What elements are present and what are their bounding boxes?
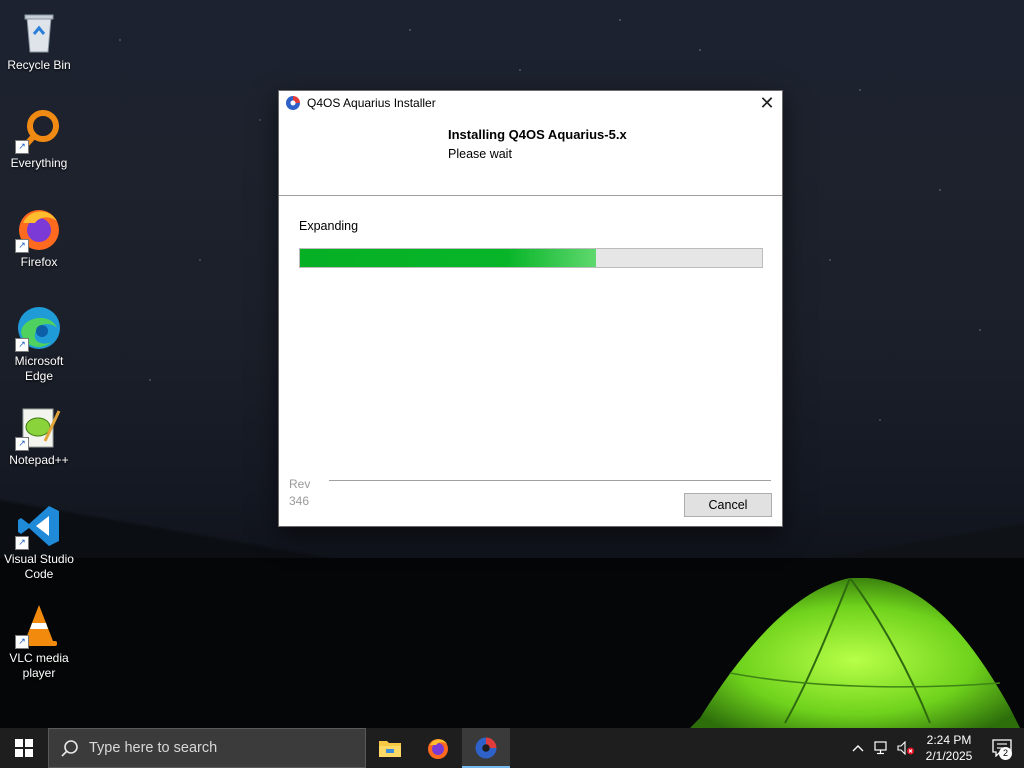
notification-count-badge: 2 [999, 747, 1012, 760]
cancel-button[interactable]: Cancel [684, 493, 772, 517]
everything-search-icon: ↗ [15, 106, 63, 154]
firefox-icon [428, 739, 448, 759]
file-explorer-icon [379, 741, 401, 757]
search-placeholder: Type here to search [89, 740, 218, 756]
q4os-logo-icon [286, 96, 300, 110]
progress-bar-fill [300, 249, 596, 267]
installer-window: Q4OS Aquarius Installer ✕ Installing Q4O… [278, 90, 783, 527]
volume-muted-icon[interactable] [894, 728, 918, 768]
desktop-icon-vlc[interactable]: ↗ VLC media player [4, 601, 74, 681]
desktop-icon-label: VLC media player [9, 651, 69, 680]
desktop-icon-everything[interactable]: ↗ Everything [4, 106, 74, 171]
vscode-icon: ↗ [15, 502, 63, 550]
desktop-icon-label: Microsoft Edge [14, 354, 64, 383]
q4os-installer-icon [475, 737, 497, 759]
status-text: Expanding [299, 219, 359, 233]
shortcut-arrow-icon: ↗ [15, 635, 29, 649]
clock-time: 2:24 PM [926, 733, 972, 747]
desktop-icon-visual-studio-code[interactable]: ↗ Visual Studio Code [4, 502, 74, 582]
action-center-button[interactable]: 2 [980, 728, 1024, 768]
windows-logo-icon [15, 739, 33, 757]
shortcut-arrow-icon: ↗ [15, 338, 29, 352]
taskbar: Type here to search 2:24 PM 2/1/2025 2 [0, 728, 1024, 768]
taskbar-file-explorer[interactable] [366, 728, 414, 768]
start-button[interactable] [0, 728, 48, 768]
installer-header: Installing Q4OS Aquarius-5.x Please wait [279, 115, 782, 196]
clock-date: 2/1/2025 [925, 749, 973, 763]
system-tray: 2:24 PM 2/1/2025 2 [846, 728, 1024, 768]
revision-info: Rev 346 [289, 476, 310, 510]
desktop-icon-label: Visual Studio Code [4, 552, 74, 581]
show-hidden-icons-chevron-icon[interactable] [846, 728, 870, 768]
desktop-icon-label: Notepad++ [9, 453, 69, 467]
installer-subheading: Please wait [448, 147, 512, 161]
shortcut-arrow-icon: ↗ [15, 536, 29, 550]
desktop-icon-label: Firefox [20, 255, 58, 269]
revision-number: 346 [289, 494, 310, 508]
desktop-icon-label: Recycle Bin [7, 58, 71, 72]
vlc-cone-icon: ↗ [15, 601, 63, 649]
footer-divider [329, 480, 771, 481]
desktop-icon-label: Everything [10, 156, 68, 170]
taskbar-search-box[interactable]: Type here to search [48, 728, 366, 768]
close-button[interactable]: ✕ [752, 91, 782, 115]
taskbar-q4os-installer[interactable] [462, 728, 510, 768]
window-title: Q4OS Aquarius Installer [307, 96, 436, 110]
close-icon: ✕ [759, 92, 775, 113]
window-titlebar[interactable]: Q4OS Aquarius Installer ✕ [279, 91, 782, 115]
desktop-icon-microsoft-edge[interactable]: ↗ Microsoft Edge [4, 304, 74, 384]
taskbar-clock[interactable]: 2:24 PM 2/1/2025 [918, 732, 980, 764]
taskbar-firefox[interactable] [414, 728, 462, 768]
desktop-icon-firefox[interactable]: ↗ Firefox [4, 205, 74, 270]
edge-icon: ↗ [15, 304, 63, 352]
progress-bar [299, 248, 763, 268]
shortcut-arrow-icon: ↗ [15, 140, 29, 154]
shortcut-arrow-icon: ↗ [15, 239, 29, 253]
search-icon [61, 740, 78, 757]
revision-label: Rev [289, 477, 311, 491]
desktop-icon-notepad-plus-plus[interactable]: ↗ Notepad++ [4, 403, 74, 468]
installer-heading: Installing Q4OS Aquarius-5.x [448, 127, 627, 142]
desktop-icon-recycle-bin[interactable]: Recycle Bin [4, 8, 74, 73]
recycle-bin-icon [15, 8, 63, 56]
firefox-icon: ↗ [15, 205, 63, 253]
tent-wallpaper-image [690, 578, 1020, 728]
shortcut-arrow-icon: ↗ [15, 437, 29, 451]
notepad-plus-plus-icon: ↗ [15, 403, 63, 451]
network-icon[interactable] [870, 728, 894, 768]
